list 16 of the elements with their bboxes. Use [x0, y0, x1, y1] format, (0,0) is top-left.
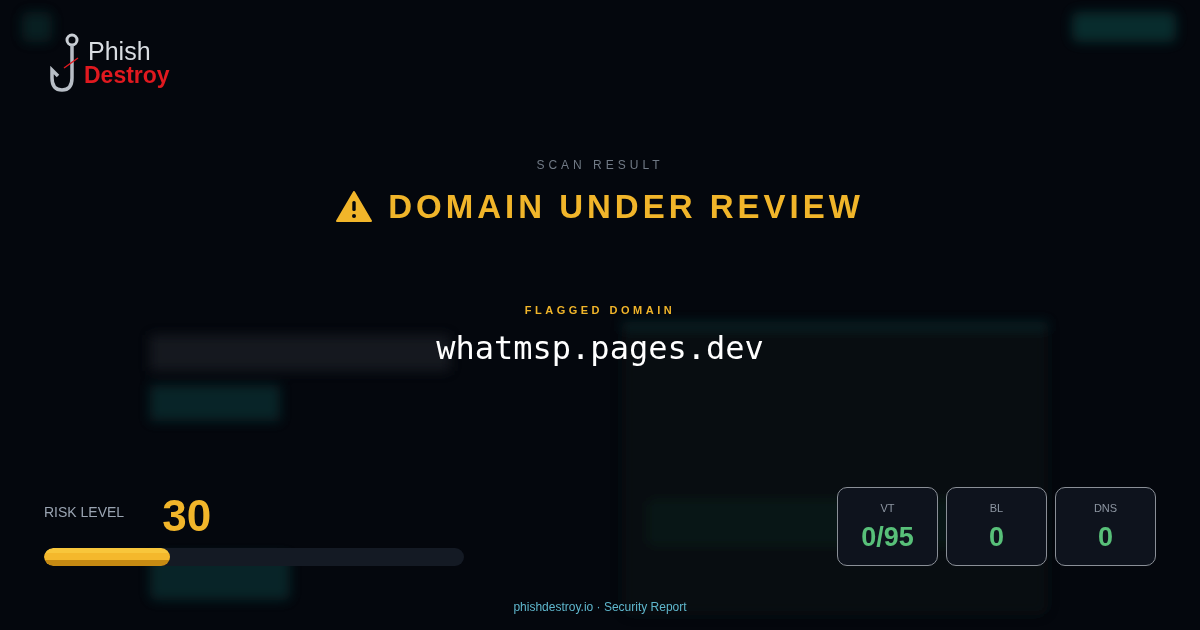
logo-text: Phish	[88, 39, 152, 64]
stat-value: 0/95	[861, 522, 914, 553]
stat-label: BL	[989, 501, 1004, 516]
verdict-title: DOMAIN UNDER REVIEW	[388, 187, 864, 227]
domain-label: FLAGGED DOMAIN	[523, 302, 677, 318]
stat-label: VT	[880, 501, 895, 516]
eyebrow-label: SCAN RESULT	[535, 157, 665, 174]
risk-score: 30	[162, 494, 212, 538]
stat-value: 0	[989, 522, 1004, 553]
footer-text: phishdestroy.io · Security Report	[513, 600, 687, 614]
stat-label: DNS	[1093, 501, 1118, 516]
stat-value: 0	[1098, 522, 1113, 553]
risk-level-label: RISK LEVEL	[44, 503, 125, 522]
logo-text: Destroy	[84, 64, 170, 87]
domain-name: whatmsp.pages.dev	[436, 328, 764, 369]
warning-icon	[336, 191, 373, 223]
